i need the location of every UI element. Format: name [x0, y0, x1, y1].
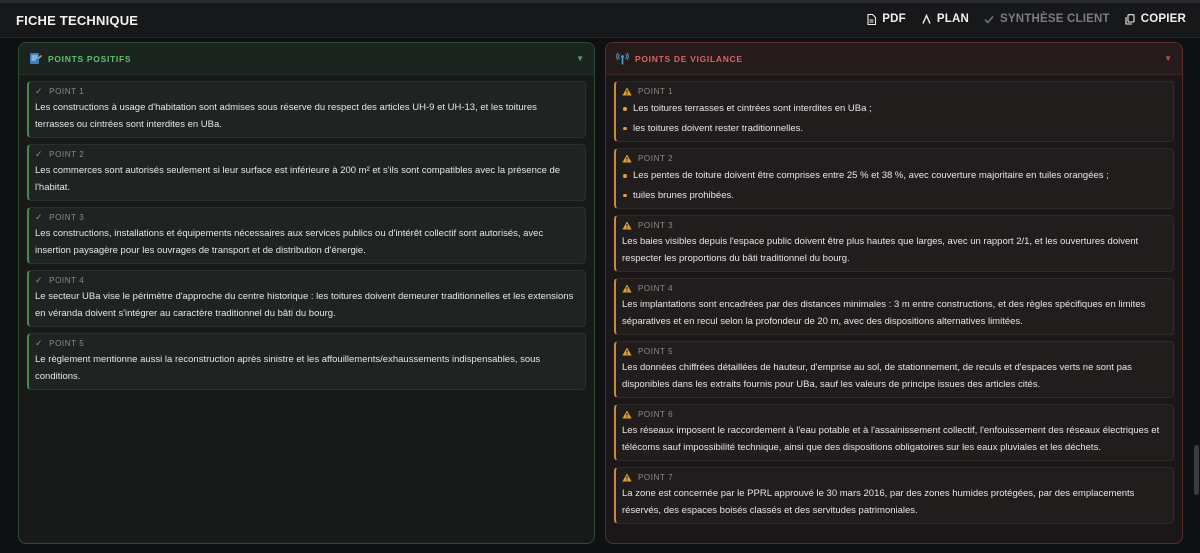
plan-label: PLAN — [936, 13, 969, 25]
point-text: Les constructions, installations et équi… — [35, 228, 544, 256]
positive-points-list: ✓ POINT 1 Les constructions à usage d'hab… — [19, 75, 594, 390]
point-text: Les implantations sont encadrées par des… — [622, 299, 1146, 327]
warning-icon — [622, 284, 632, 293]
point-bullet-list: Les toitures terrasses et cintrées sont … — [616, 97, 1173, 141]
vigilance-points-panel: POINTS DE VIGILANCE ▼ POINT 1 Les toitur… — [605, 42, 1183, 544]
point-text: Les commerces sont autorisés seulement s… — [35, 165, 561, 193]
warning-icon — [622, 221, 632, 230]
point-label: POINT 4 — [49, 276, 85, 285]
positive-point-card: ✓ POINT 4 Le secteur UBa vise le périmètr… — [27, 270, 586, 327]
point-bullet: Les pentes de toiture doivent être compr… — [622, 166, 1165, 186]
point-text: Les baies visibles depuis l'espace publi… — [622, 236, 1139, 264]
vigilance-point-card: POINT 1 Les toitures terrasses et cintré… — [614, 81, 1174, 142]
positive-point-card: ✓ POINT 3 Les constructions, installation… — [27, 207, 586, 264]
warning-icon — [622, 347, 632, 356]
point-text: Les données chiffrées détaillées de haut… — [622, 362, 1132, 390]
vigilance-point-card: POINT 7 La zone est concernée par le PPR… — [614, 467, 1174, 524]
copy-button[interactable]: COPIER — [1125, 13, 1186, 25]
vigilance-points-title: POINTS DE VIGILANCE — [635, 53, 743, 64]
positive-point-card: ✓ POINT 1 Les constructions à usage d'hab… — [27, 81, 586, 138]
lambda-icon — [921, 13, 932, 25]
synthese-client-label: SYNTHÈSE CLIENT — [999, 13, 1110, 25]
top-divider — [0, 0, 1200, 3]
check-icon: ✓ — [35, 212, 44, 222]
point-bullet: Les toitures terrasses et cintrées sont … — [622, 99, 1165, 119]
vigilance-points-list: POINT 1 Les toitures terrasses et cintré… — [606, 75, 1182, 524]
positive-point-card: ✓ POINT 2 Les commerces sont autorisés se… — [27, 144, 586, 201]
antenna-icon — [616, 52, 629, 65]
warning-icon — [622, 87, 632, 96]
warning-icon — [622, 154, 632, 163]
point-label: POINT 5 — [638, 347, 674, 356]
pdf-label: PDF — [882, 13, 906, 25]
check-icon: ✓ — [35, 275, 44, 285]
copy-icon — [1125, 13, 1136, 25]
copy-label: COPIER — [1140, 13, 1186, 25]
check-icon: ✓ — [35, 86, 44, 96]
point-label: POINT 6 — [638, 410, 674, 419]
point-text: Les réseaux imposent le raccordement à l… — [622, 425, 1160, 453]
point-label: POINT 5 — [49, 339, 85, 348]
collapse-chevron-icon[interactable]: ▼ — [576, 54, 584, 63]
point-text: Les constructions à usage d'habitation s… — [35, 102, 537, 130]
vigilance-point-card: POINT 5 Les données chiffrées détaillées… — [614, 341, 1174, 398]
point-label: POINT 4 — [638, 284, 674, 293]
point-bullet: les toitures doivent rester traditionnel… — [622, 119, 1165, 139]
check-icon: ✓ — [35, 338, 44, 348]
document-icon — [29, 52, 42, 65]
positive-points-panel: POINTS POSITIFS ▼ ✓ POINT 1 Les construct… — [18, 42, 595, 544]
warning-icon — [622, 473, 632, 482]
top-bar: FICHE TECHNIQUE PDF PLAN SYNTHÈSE CLIENT… — [0, 0, 1200, 38]
vigilance-point-card: POINT 4 Les implantations sont encadrées… — [614, 278, 1174, 335]
synthese-client-button[interactable]: SYNTHÈSE CLIENT — [984, 13, 1110, 25]
point-bullet: tuiles brunes prohibées. — [622, 186, 1165, 206]
vigilance-point-card: POINT 2 Les pentes de toiture doivent êt… — [614, 148, 1174, 209]
vigilance-points-header[interactable]: POINTS DE VIGILANCE ▼ — [606, 43, 1182, 75]
positive-points-header[interactable]: POINTS POSITIFS ▼ — [19, 43, 594, 75]
check-icon: ✓ — [35, 149, 44, 159]
page-title: FICHE TECHNIQUE — [16, 13, 139, 28]
point-bullet-list: Les pentes de toiture doivent être compr… — [616, 164, 1173, 208]
plan-button[interactable]: PLAN — [921, 13, 969, 25]
pdf-button[interactable]: PDF — [866, 13, 906, 25]
scrollbar-thumb[interactable] — [1194, 445, 1199, 495]
positive-points-title: POINTS POSITIFS — [48, 53, 132, 64]
point-label: POINT 3 — [49, 213, 85, 222]
point-label: POINT 1 — [49, 87, 85, 96]
warning-icon — [622, 410, 632, 419]
vigilance-point-card: POINT 6 Les réseaux imposent le raccorde… — [614, 404, 1174, 461]
point-text: Le secteur UBa vise le périmètre d'appro… — [35, 291, 574, 319]
point-label: POINT 2 — [638, 154, 674, 163]
point-label: POINT 1 — [638, 87, 674, 96]
point-label: POINT 2 — [49, 150, 85, 159]
point-label: POINT 3 — [638, 221, 674, 230]
point-text: Le règlement mentionne aussi la reconstr… — [35, 354, 541, 382]
point-label: POINT 7 — [638, 473, 674, 482]
file-icon — [866, 13, 877, 25]
check-icon — [984, 13, 995, 25]
toolbar: PDF PLAN SYNTHÈSE CLIENT COPIER — [866, 13, 1186, 25]
point-text: La zone est concernée par le PPRL approu… — [622, 488, 1135, 516]
vigilance-point-card: POINT 3 Les baies visibles depuis l'espa… — [614, 215, 1174, 272]
collapse-chevron-icon[interactable]: ▼ — [1164, 54, 1172, 63]
positive-point-card: ✓ POINT 5 Le règlement mentionne aussi la… — [27, 333, 586, 390]
